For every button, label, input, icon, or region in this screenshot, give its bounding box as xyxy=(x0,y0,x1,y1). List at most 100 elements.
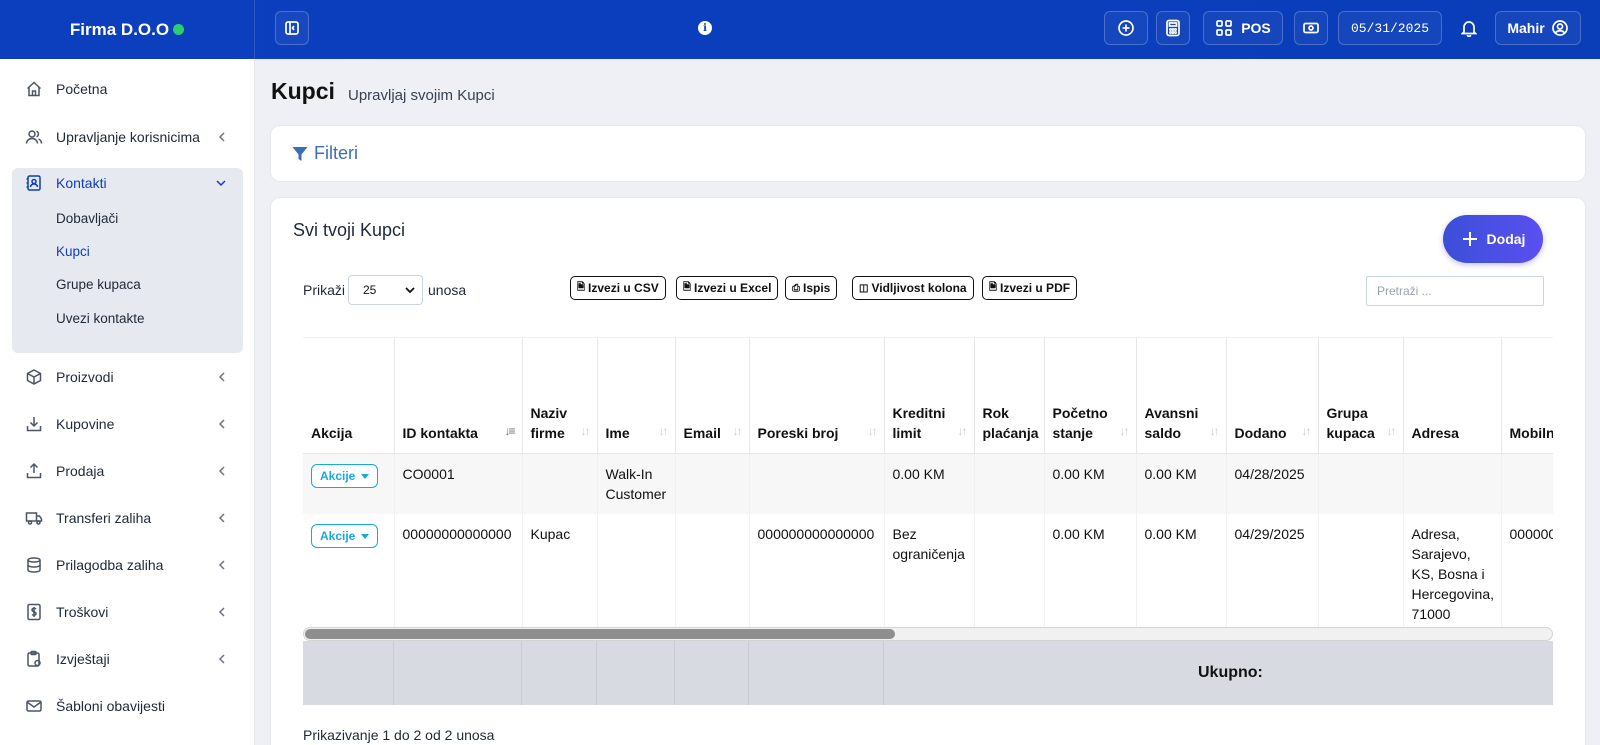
export-csv-label: Izvezi u CSV xyxy=(588,281,659,295)
akcije-dropdown-button[interactable]: Akcije xyxy=(311,524,379,548)
calculator-button[interactable] xyxy=(1156,11,1190,45)
col-mobilni[interactable]: Mobilni xyxy=(1501,337,1553,454)
chevron-down-icon xyxy=(405,287,415,294)
page-size-select[interactable]: 25 xyxy=(348,275,423,305)
column-visibility-button[interactable]: ◫ Vidljivost kolona xyxy=(852,276,974,300)
page-subtitle: Upravljaj svojim Kupci xyxy=(348,87,495,104)
sidebar-item-prodaja[interactable]: Prodaja xyxy=(12,451,243,491)
caret-down-icon xyxy=(361,533,370,539)
chevron-left-icon xyxy=(217,653,227,665)
date-display[interactable]: 05/31/2025 xyxy=(1338,11,1442,45)
scrollbar-thumb[interactable] xyxy=(305,629,895,639)
chevron-left-icon xyxy=(217,465,227,477)
sidebar-item-pocetna[interactable]: Početna xyxy=(12,69,243,109)
sidebar-item-prilagodba-zaliha[interactable]: Prilagodba zaliha xyxy=(12,545,243,585)
show-label: Prikaži xyxy=(303,282,346,298)
col-ime[interactable]: Ime ↓↑ xyxy=(597,337,676,454)
sidebar-subitem-uvezi-kontakte[interactable]: Uvezi kontakte xyxy=(56,311,145,326)
col-avansni-saldo[interactable]: Avansni saldo ↓↑ xyxy=(1136,337,1227,454)
col-id-kontakta[interactable]: ID kontakta ↓≡ xyxy=(394,337,523,454)
sidebar-item-kupovine[interactable]: Kupovine xyxy=(12,404,243,444)
sort-desc-icon: ↓≡ xyxy=(504,424,515,438)
bell-icon xyxy=(1461,21,1477,37)
sidebar-item-troskovi[interactable]: Troškovi xyxy=(12,592,243,632)
export-excel-button[interactable]: 🗎 Izvezi u Excel xyxy=(676,276,779,300)
pos-button[interactable]: POS xyxy=(1203,11,1283,45)
horizontal-scrollbar[interactable] xyxy=(303,627,1553,641)
search-input[interactable] xyxy=(1377,284,1537,298)
export-excel-label: Izvezi u Excel xyxy=(694,281,772,295)
sidebar-item-transferi-zaliha[interactable]: Transferi zaliha xyxy=(12,498,243,538)
search-box[interactable] xyxy=(1366,276,1544,306)
cash-register-button[interactable] xyxy=(1294,11,1328,45)
cell-mobile: 000000000 xyxy=(1501,514,1553,634)
page-size-value: 25 xyxy=(363,283,377,297)
add-customer-button[interactable]: Dodaj xyxy=(1443,215,1543,263)
top-bar: Firma D.O.O i POS 05/31/2025 Mahir xyxy=(0,0,1600,59)
col-dodano[interactable]: Dodano ↓↑ xyxy=(1226,337,1319,454)
sidebar-item-kontakti[interactable]: Kontakti xyxy=(12,163,243,203)
cell-name xyxy=(597,514,676,634)
brand[interactable]: Firma D.O.O xyxy=(0,0,255,59)
print-button[interactable]: ⎙ Ispis xyxy=(785,276,838,300)
sidebar: Početna Upravljanje korisnicima Kontakti… xyxy=(0,59,255,745)
columns-icon: ◫ xyxy=(859,282,869,294)
file-excel-icon: 🗎 xyxy=(683,281,692,293)
cell-address xyxy=(1403,453,1502,514)
col-pocetno-stanje[interactable]: Početno stanje ↓↑ xyxy=(1044,337,1137,454)
sort-icon: ↓↑ xyxy=(580,424,591,438)
sidebar-item-label: Proizvodi xyxy=(56,369,114,385)
user-name: Mahir xyxy=(1507,20,1545,36)
sidebar-item-upravljanje-korisnicima[interactable]: Upravljanje korisnicima xyxy=(12,117,243,157)
grid-icon xyxy=(1216,20,1233,36)
dollar-icon xyxy=(27,603,41,621)
cell-name: Walk-In Customer xyxy=(597,453,676,514)
table-row: Akcije 00000000000000 Kupac 000000000000… xyxy=(303,514,1553,634)
sidebar-subitem-dobavljaci[interactable]: Dobavljači xyxy=(56,211,118,226)
cell-group xyxy=(1318,514,1404,634)
user-menu-button[interactable]: Mahir xyxy=(1495,11,1581,45)
user-circle-icon xyxy=(1551,20,1568,36)
cell-credit: Bez ograničenja xyxy=(884,514,975,634)
filters-card[interactable]: Filteri xyxy=(270,125,1586,182)
sidebar-item-label: Kontakti xyxy=(56,175,107,191)
notifications-button[interactable] xyxy=(1452,11,1486,45)
col-poreski-broj[interactable]: Poreski broj ↓↑ xyxy=(749,337,885,454)
users-icon xyxy=(25,130,43,144)
export-csv-button[interactable]: 🗎 Izvezi u CSV xyxy=(570,276,666,300)
cell-id: CO0001 xyxy=(394,453,523,514)
col-email[interactable]: Email ↓↑ xyxy=(675,337,750,454)
entries-label: unosa xyxy=(428,282,467,298)
file-pdf-icon: 🗎 xyxy=(989,281,998,293)
akcije-dropdown-button[interactable]: Akcije xyxy=(311,464,379,488)
box-icon xyxy=(26,369,42,385)
print-label: Ispis xyxy=(803,281,831,295)
toggle-sidebar-button[interactable] xyxy=(275,11,309,45)
sidebar-item-label: Šabloni obavijesti xyxy=(56,698,165,714)
sidebar-item-proizvodi[interactable]: Proizvodi xyxy=(12,357,243,397)
filters-toggle[interactable]: Filteri xyxy=(291,143,358,164)
sidebar-item-izvjestaji[interactable]: Izvještaji xyxy=(12,639,243,679)
col-kreditni-limit[interactable]: Kreditni limit ↓↑ xyxy=(884,337,975,454)
sidebar-subitem-kupci[interactable]: Kupci xyxy=(56,244,90,259)
export-pdf-button[interactable]: 🗎 Izvezi u PDF xyxy=(982,276,1078,300)
envelope-icon xyxy=(26,700,42,712)
sidebar-subitem-grupe-kupaca[interactable]: Grupe kupaca xyxy=(56,277,141,292)
add-quick-button[interactable] xyxy=(1104,11,1148,45)
col-rok-placanja: Rok plaćanja xyxy=(974,337,1045,454)
col-naziv-firme[interactable]: Naziv firme ↓↑ xyxy=(522,337,598,454)
plus-circle-icon xyxy=(1118,20,1134,36)
list-title: Svi tvoji Kupci xyxy=(293,220,406,240)
table-footer-row: Ukupno: xyxy=(303,641,1553,705)
cell-id: 00000000000000 xyxy=(394,514,523,634)
col-grupa-kupaca[interactable]: Grupa kupaca ↓↑ xyxy=(1318,337,1404,454)
brand-name: Firma D.O.O xyxy=(69,19,170,39)
pos-label: POS xyxy=(1241,20,1271,36)
info-icon[interactable]: i xyxy=(698,21,712,35)
customers-table: Akcija ID kontakta ↓≡ Naziv firme ↓↑ Ime ↓↑… xyxy=(303,337,1553,637)
upload-icon xyxy=(26,462,42,479)
cell-added: 04/28/2025 xyxy=(1226,453,1319,514)
sidebar-toggle-icon xyxy=(285,21,299,35)
sidebar-item-sabloni-obavijesti[interactable]: Šabloni obavijesti xyxy=(12,686,243,726)
database-icon xyxy=(27,557,41,573)
